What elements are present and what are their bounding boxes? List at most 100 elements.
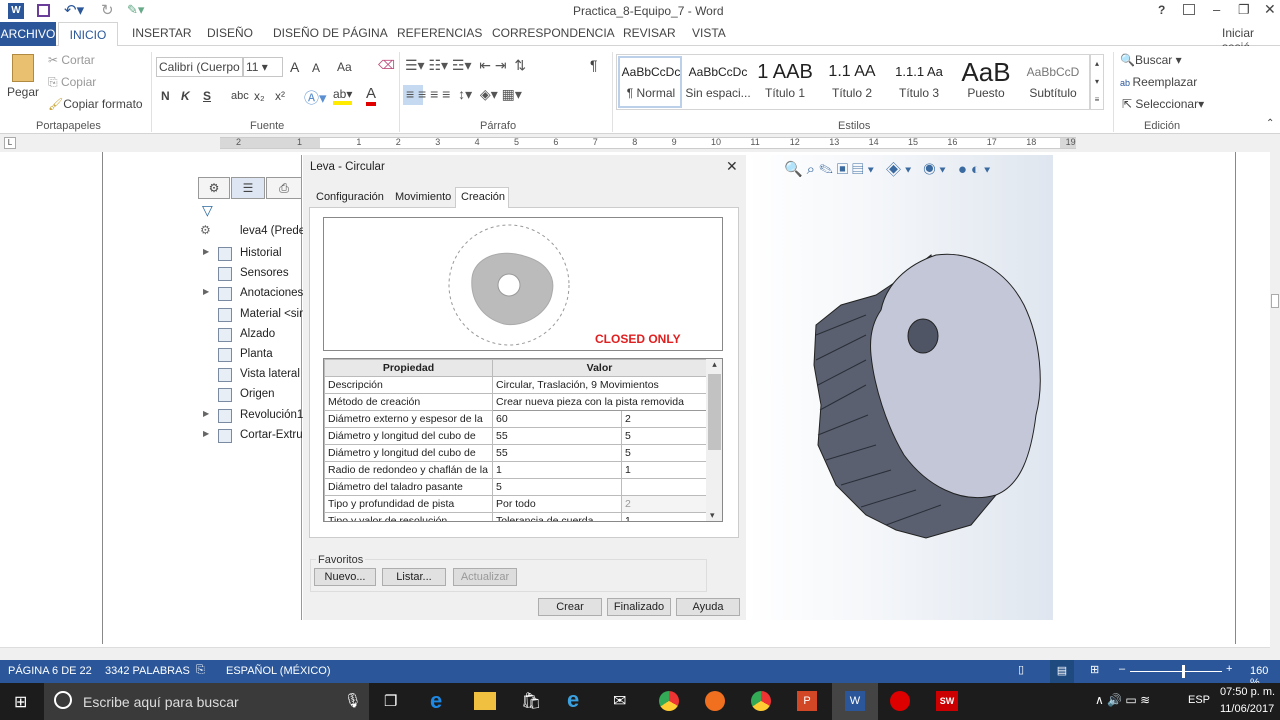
alignment-icons[interactable]: ≡ ≡ ≡ ≡ ↕▾ ◈▾ ▦▾ (406, 86, 522, 103)
web-layout-icon[interactable]: ⊞ (1090, 663, 1099, 676)
tree-item[interactable]: ▶ Cortar-Extrui (196, 427, 305, 445)
style-item[interactable]: 1.1.1 Aa Título 3 (886, 58, 952, 100)
task-view-icon[interactable]: ❐ (384, 692, 397, 710)
bullets-icon[interactable]: ☰▾ ☷▾ ☲▾ ⇤ ⇥ ⇅ (405, 57, 526, 74)
expand-arrow-icon[interactable]: ▶ (203, 429, 209, 438)
value-cell-2[interactable]: 5 (621, 444, 707, 462)
table-row[interactable]: Diámetro y longitud del cubo de 55 5 (324, 444, 707, 462)
input-language[interactable]: ESP (1188, 694, 1210, 706)
expand-arrow-icon[interactable]: ▶ (203, 409, 209, 418)
collapse-ribbon-icon[interactable]: ⌃ (1266, 118, 1274, 129)
table-row[interactable]: Tipo y valor de resolución Tolerancia de … (324, 512, 707, 521)
bold-button[interactable]: N (161, 89, 170, 103)
paste-button[interactable]: Pegar (6, 54, 40, 114)
tab-referencias[interactable]: REFERENCIAS (397, 26, 482, 40)
style-item[interactable]: AaBbCcDc ¶ Normal (618, 58, 684, 100)
font-color-icon[interactable]: A (366, 86, 377, 106)
page-count[interactable]: PÁGINA 6 DE 22 (8, 665, 92, 677)
ribbon-options-icon[interactable] (1183, 4, 1195, 15)
value-cell[interactable]: 1 (492, 461, 622, 479)
word-count[interactable]: 3342 PALABRAS (105, 665, 190, 677)
style-item[interactable]: AaBbCcD Subtítulo (1020, 58, 1086, 100)
help-button[interactable]: ? (1158, 3, 1165, 17)
solidworks-icon[interactable]: SW (936, 691, 958, 711)
language[interactable]: ESPAÑOL (MÉXICO) (226, 665, 331, 677)
value-cell[interactable]: 55 (492, 427, 622, 445)
word-taskbar-active[interactable]: W (832, 683, 878, 720)
create-button[interactable]: Crear (538, 598, 602, 616)
zoom-in-button[interactable]: + (1226, 663, 1232, 675)
value-cell[interactable]: Por todo (492, 495, 622, 513)
clock-date[interactable]: 11/06/2017 (1220, 703, 1274, 715)
table-scrollbar[interactable]: ▴ ▾ (706, 359, 722, 521)
tab-correspondencia[interactable]: CORRESPONDENCIA (492, 26, 615, 40)
tab-creacion[interactable]: Creación (455, 187, 509, 208)
replace-button[interactable]: ab Reemplazar (1120, 75, 1197, 89)
store-icon[interactable]: 🛍 (521, 691, 541, 711)
tab-revisar[interactable]: REVISAR (623, 26, 676, 40)
tab-inicio[interactable]: INICIO (58, 22, 118, 47)
feature-manager-tab[interactable]: ⚙ (198, 177, 230, 199)
value-cell[interactable]: Tolerancia de cuerda (492, 512, 622, 521)
mail-icon[interactable]: ✉ (613, 691, 626, 711)
subscript-button[interactable]: x₂ (254, 89, 265, 103)
scroll-thumb[interactable] (708, 374, 721, 450)
search-box[interactable]: Escribe aquí para buscar 🎙 (44, 683, 369, 720)
tree-item[interactable]: ▶ Historial (196, 245, 302, 263)
table-row[interactable]: Descripción Circular, Traslación, 9 Movim… (324, 376, 707, 394)
zoom-slider-thumb[interactable] (1182, 665, 1185, 678)
table-row[interactable]: Tipo y profundidad de pista Por todo 2 (324, 495, 707, 513)
expand-arrow-icon[interactable]: ▶ (203, 287, 209, 296)
shrink-font-button[interactable]: A (312, 61, 320, 75)
file-explorer-icon[interactable] (474, 692, 496, 710)
tab-archivo[interactable]: ARCHIVO (0, 22, 56, 46)
styles-scroll[interactable]: ▴ ▾ ≡ (1090, 54, 1104, 110)
chrome-icon[interactable] (659, 691, 679, 711)
tree-item[interactable]: ▶ Anotaciones (196, 285, 303, 303)
tab-movimiento[interactable]: Movimiento (395, 191, 451, 203)
print-layout-icon[interactable]: ▤ (1050, 660, 1074, 683)
tree-item[interactable]: Material <sin (196, 306, 306, 324)
font-name-select[interactable]: Calibri (Cuerpo ▾ (156, 57, 243, 77)
tree-item[interactable]: Origen (196, 386, 302, 404)
cut-button[interactable]: ✂ Cortar (48, 53, 95, 67)
select-button[interactable]: ⇱ Seleccionar▾ (1122, 97, 1204, 111)
update-favorite-button[interactable]: Actualizar (453, 568, 517, 586)
value-cell[interactable]: 60 (492, 410, 622, 428)
table-row[interactable]: Diámetro del taladro pasante 5 (324, 478, 707, 496)
chrome-profile-icon[interactable] (751, 691, 771, 711)
edge-icon[interactable]: e (430, 688, 442, 714)
value-cell-2[interactable]: 1 (621, 461, 707, 479)
dialog-close-button[interactable]: ✕ (726, 158, 738, 175)
table-row[interactable]: Diámetro externo y espesor de la 60 2 (324, 410, 707, 428)
windows-start-icon[interactable]: ⊞ (14, 692, 27, 712)
zoom-slider[interactable] (1130, 671, 1222, 672)
undo-icon[interactable]: ↶▾ (64, 1, 84, 19)
tab-selector[interactable]: L (4, 137, 16, 149)
tree-item[interactable]: Sensores (196, 265, 302, 283)
copy-button[interactable]: ⎘ Copiar (48, 75, 96, 90)
horizontal-scrollbar[interactable] (0, 647, 1270, 660)
vertical-scrollbar[interactable] (1270, 134, 1280, 660)
font-size-select[interactable]: 11 ▾ (243, 57, 283, 77)
tab-diseno-pagina[interactable]: DISEÑO DE PÁGINA (273, 26, 388, 40)
value-cell-2[interactable]: 1 (621, 512, 707, 521)
restore-button[interactable]: ❐ (1238, 2, 1250, 18)
scroll-thumb[interactable] (1271, 294, 1279, 308)
tab-vista[interactable]: VISTA (692, 26, 726, 40)
ie-icon[interactable]: e (567, 687, 579, 713)
clock-time[interactable]: 07:50 p. m. (1220, 686, 1275, 698)
firefox-icon[interactable] (705, 691, 725, 711)
table-row[interactable]: Diámetro y longitud del cubo de 55 5 (324, 427, 707, 445)
clear-format-icon[interactable]: ⌫ (378, 58, 395, 72)
style-item[interactable]: AaBbCcDc Sin espaci... (685, 58, 751, 100)
value-cell[interactable]: 5 (492, 478, 622, 496)
style-item[interactable]: 1.1 AA Título 2 (819, 58, 885, 100)
powerpoint-icon[interactable]: P (797, 691, 817, 711)
style-item[interactable]: AaB Puesto (953, 58, 1019, 100)
tab-configuracion[interactable]: Configuración (316, 191, 384, 203)
minimize-button[interactable]: – (1213, 2, 1220, 17)
grow-font-button[interactable]: A (290, 59, 299, 75)
show-marks-button[interactable]: ¶ (590, 57, 598, 73)
config-manager-tab[interactable]: ⎙ (266, 177, 302, 199)
